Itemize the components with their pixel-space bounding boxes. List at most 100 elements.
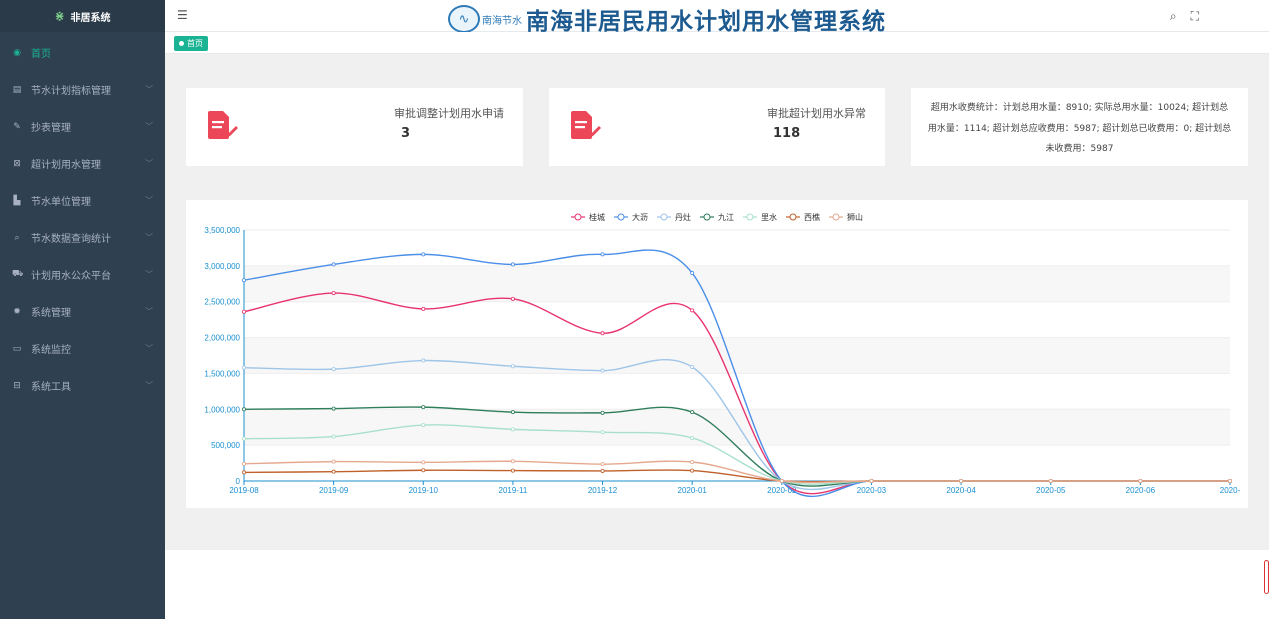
data-point xyxy=(1138,478,1143,483)
main-content: 审批调整计划用水申请 3 审批超计划用水异常 118 超用水收费统计：计划总用水… xyxy=(165,54,1269,550)
data-point xyxy=(331,367,336,372)
sidebar: ⋇ 非居系统 ◉ 首页 ▤ 节水计划指标管理 ﹀ ✎ 抄表管理 ﹀ ⊠ 超计划用… xyxy=(0,0,165,619)
data-point xyxy=(331,406,336,411)
data-point xyxy=(421,306,426,311)
sidebar-item-meter-reading[interactable]: ✎ 抄表管理 ﹀ xyxy=(0,108,165,145)
top-tools: ⌕ ⛶ xyxy=(1170,9,1199,24)
data-point xyxy=(510,410,515,415)
monitor-icon: ▭ xyxy=(12,343,22,354)
car-icon: ⛟ xyxy=(12,269,24,279)
sidebar-item-label: 系统监控 xyxy=(31,345,71,356)
sidebar-logo[interactable]: ⋇ 非居系统 xyxy=(0,0,165,32)
data-point xyxy=(690,271,695,276)
active-dot-icon xyxy=(179,41,184,46)
x-tick-label: 2020-04 xyxy=(946,486,976,495)
data-point xyxy=(600,410,605,415)
box-icon: ⊠ xyxy=(13,158,21,169)
data-point xyxy=(331,434,336,439)
data-point xyxy=(600,430,605,435)
chart-icon: ▤ xyxy=(12,84,22,95)
data-point xyxy=(690,459,695,464)
document-edit-icon xyxy=(571,111,601,139)
legend-marker xyxy=(703,213,711,221)
sidebar-item-tools[interactable]: ⊟ 系统工具 ﹀ xyxy=(0,367,165,404)
logo-text: 非居系统 xyxy=(70,12,111,24)
chart-card: 0 500,000 1,000,000 1,500,000 2,000,000 2,500… xyxy=(186,200,1248,508)
sidebar-item-units[interactable]: ▙ 节水单位管理 ﹀ xyxy=(0,182,165,219)
x-tick-label: 2019-10 xyxy=(409,486,439,495)
legend-label: 丹灶 xyxy=(675,212,691,222)
sidebar-item-query[interactable]: ⌕ 节水数据查询统计 ﹀ xyxy=(0,219,165,256)
data-point xyxy=(331,262,336,267)
stat-label: 审批调整计划用水申请 xyxy=(394,107,504,120)
sidebar-item-monitor[interactable]: ▭ 系统监控 ﹀ xyxy=(0,330,165,367)
legend-marker xyxy=(574,213,582,221)
data-point xyxy=(421,405,426,410)
stat-card-adjust[interactable]: 审批调整计划用水申请 3 xyxy=(186,88,523,166)
series-line xyxy=(243,292,1230,495)
tab-label: 首页 xyxy=(187,39,203,48)
sidebar-item-home[interactable]: ◉ 首页 xyxy=(0,34,165,71)
data-point xyxy=(510,427,515,432)
grid-band xyxy=(244,337,1230,374)
sidebar-item-system[interactable]: ✹ 系统管理 ﹀ xyxy=(0,293,165,330)
fullscreen-icon[interactable]: ⛶ xyxy=(1191,9,1199,24)
sidebar-item-public[interactable]: ⛟ 计划用水公众平台 ﹀ xyxy=(0,256,165,293)
search-icon[interactable]: ⌕ xyxy=(1170,9,1177,24)
legend-label: 里水 xyxy=(761,212,777,222)
data-point xyxy=(510,262,515,267)
menu-toggle-icon[interactable]: ☰ xyxy=(177,8,188,22)
chevron-down-icon: ﹀ xyxy=(145,270,153,279)
x-tick-label: 2019-11 xyxy=(499,486,528,495)
series-line xyxy=(243,460,1230,484)
x-tick-label: 2020- xyxy=(1220,486,1241,495)
data-point xyxy=(331,469,336,474)
edit-icon: ✎ xyxy=(13,121,21,132)
legend-label: 大沥 xyxy=(632,212,648,222)
data-point xyxy=(421,423,426,428)
data-point xyxy=(510,468,515,473)
legend-label: 桂城 xyxy=(589,212,605,222)
data-point xyxy=(510,459,515,464)
chevron-down-icon: ﹀ xyxy=(145,381,153,390)
fee-stats-text: 超用水收费统计：计划总用水量：8910; 实际总用水量：10024; 超计划总 … xyxy=(917,98,1242,160)
data-point xyxy=(510,296,515,301)
data-point xyxy=(242,365,247,370)
data-point xyxy=(331,459,336,464)
sidebar-item-overuse[interactable]: ⊠ 超计划用水管理 ﹀ xyxy=(0,145,165,182)
legend-marker xyxy=(746,213,754,221)
x-tick-label: 2020-01 xyxy=(678,486,708,495)
stat-label: 审批超计划用水异常 xyxy=(767,107,866,120)
scrollbar-thumb[interactable] xyxy=(1264,560,1269,594)
data-point xyxy=(959,478,964,483)
brand: ∿ 南海节水 南海非居民用水计划用水管理系统 xyxy=(448,2,886,36)
building-icon: ▙ xyxy=(13,195,21,206)
y-tick-label: 2,000,000 xyxy=(204,334,240,343)
grid-band xyxy=(244,265,1230,302)
fee-line: 用水量：1114; 超计划总应收费用：5987; 超计划总已收费用：0; 超计划… xyxy=(927,123,1232,134)
sidebar-item-label: 计划用水公众平台 xyxy=(31,271,111,282)
chevron-down-icon: ﹀ xyxy=(145,196,153,205)
legend-label: 九江 xyxy=(718,213,734,222)
x-tick-label: 2019-09 xyxy=(319,486,349,495)
toolbox-icon: ⊟ xyxy=(13,380,21,391)
x-tick-label: 2020-06 xyxy=(1126,486,1156,495)
data-point xyxy=(600,462,605,467)
chevron-down-icon: ﹀ xyxy=(145,122,153,131)
stat-value: 3 xyxy=(401,126,411,141)
data-point xyxy=(1228,478,1233,483)
legend-marker xyxy=(617,213,625,221)
data-point xyxy=(242,470,247,475)
sidebar-item-label: 系统工具 xyxy=(31,382,71,393)
sidebar-item-label: 节水单位管理 xyxy=(31,197,91,208)
stat-card-exceed[interactable]: 审批超计划用水异常 118 xyxy=(549,88,885,166)
grid-band xyxy=(244,409,1230,446)
fee-line: 未收费用：5987 xyxy=(1045,144,1114,154)
data-point xyxy=(690,435,695,440)
sidebar-item-plan-index[interactable]: ▤ 节水计划指标管理 ﹀ xyxy=(0,71,165,108)
data-point xyxy=(779,478,784,483)
data-point xyxy=(690,410,695,415)
tab-home[interactable]: 首页 xyxy=(174,36,208,51)
chevron-down-icon: ﹀ xyxy=(145,344,153,353)
data-point xyxy=(510,364,515,369)
